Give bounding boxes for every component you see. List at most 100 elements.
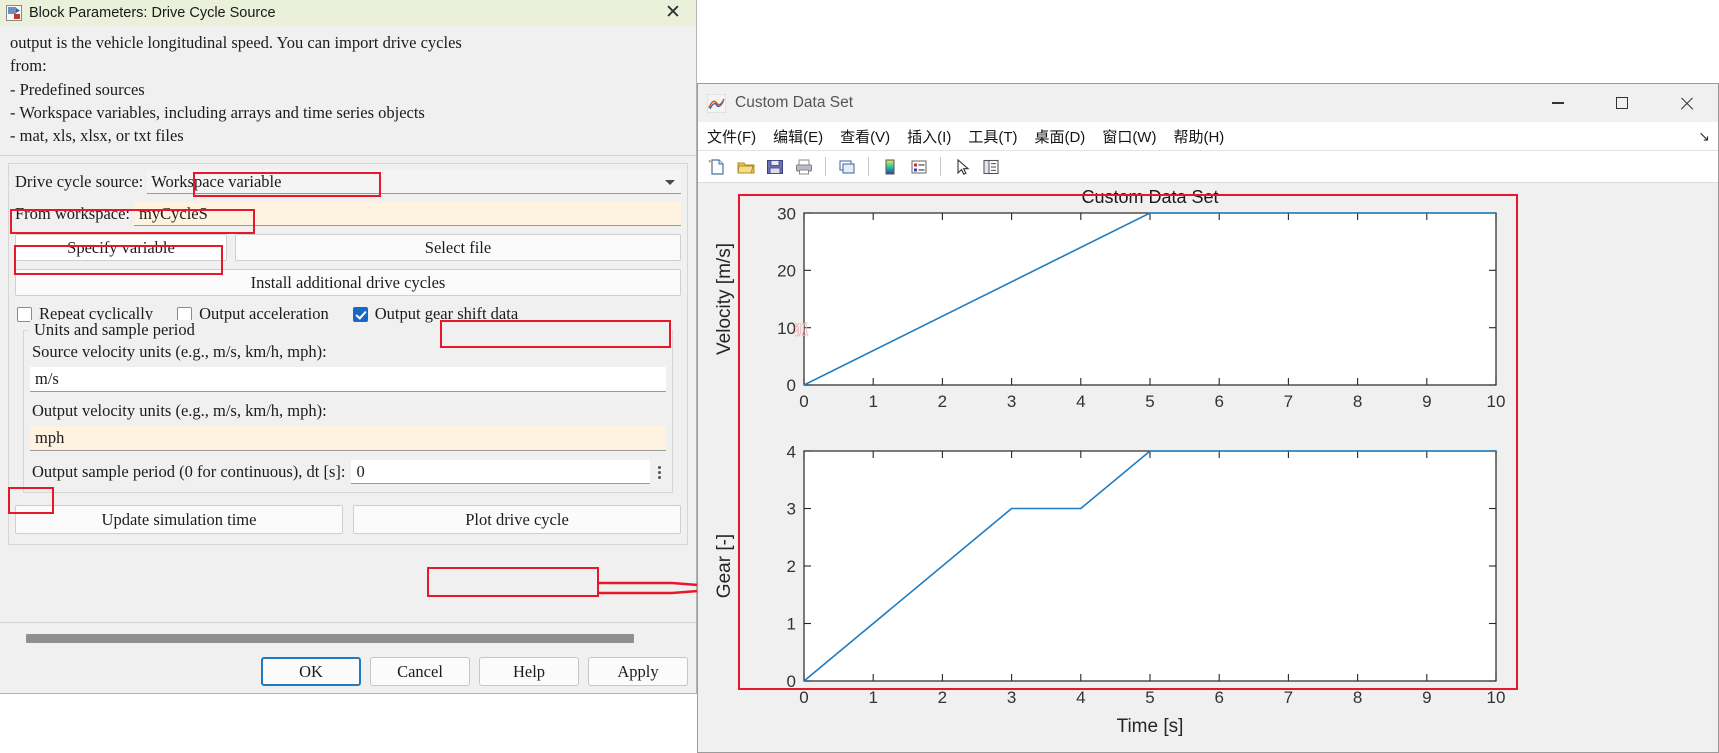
install-additional-drive-cycles-button[interactable]: Install additional drive cycles xyxy=(15,269,681,297)
divider xyxy=(0,155,696,157)
new-figure-icon[interactable] xyxy=(704,154,730,180)
block-dialog-titlebar: Block Parameters: Drive Cycle Source ✕ xyxy=(0,0,696,25)
gear-xtick-0: 0 xyxy=(799,688,808,707)
variable-source-tabs: Specify variable Select file xyxy=(15,234,681,262)
matlab-membrane-icon xyxy=(706,93,727,113)
gear-xtick-10: 10 xyxy=(1487,688,1506,707)
menu-help[interactable]: 帮助(H) xyxy=(1173,126,1224,147)
edit-plot-arrow-icon[interactable] xyxy=(949,154,975,180)
units-and-sample-period-group: Units and sample period Source velocity … xyxy=(23,320,673,494)
maximize-button[interactable] xyxy=(1590,84,1654,122)
menu-insert[interactable]: 插入(I) xyxy=(907,126,951,147)
help-button[interactable]: Help xyxy=(479,657,579,686)
plot-drive-cycle-button[interactable]: Plot drive cycle xyxy=(353,505,681,535)
output-acceleration-label: Output acceleration xyxy=(199,304,329,324)
dialog-footer-buttons: OK Cancel Help Apply xyxy=(0,657,696,693)
block-parameters-dialog: Block Parameters: Drive Cycle Source ✕ o… xyxy=(0,0,697,694)
source-velocity-units-label: Source velocity units (e.g., m/s, km/h, … xyxy=(32,342,327,362)
from-workspace-row: From workspace: myCycleS xyxy=(15,202,681,227)
drive-cycle-source-value: Workspace variable xyxy=(151,171,282,191)
velocity-xtick-4: 4 xyxy=(1076,392,1085,411)
gear-ytick-0: 0 xyxy=(787,672,796,691)
horizontal-scrollbar[interactable] xyxy=(8,632,688,645)
gear-plot: Gear [-] Time [s] 0 1 2 3 4 0 1 2 3 4 5 … xyxy=(714,443,1505,738)
update-simulation-time-button[interactable]: Update simulation time xyxy=(15,505,343,535)
velocity-y-axis-label: Velocity [m/s] xyxy=(714,243,735,355)
velocity-ytick-20: 20 xyxy=(777,262,796,281)
sample-period-stepper[interactable] xyxy=(652,460,666,484)
gear-axes-box xyxy=(803,450,1497,682)
block-parameters-icon xyxy=(6,4,22,21)
group-border xyxy=(24,330,28,332)
gear-xtick-6: 6 xyxy=(1214,688,1223,707)
output-velocity-units-label: Output velocity units (e.g., m/s, km/h, … xyxy=(32,401,327,421)
ok-button[interactable]: OK xyxy=(261,657,361,686)
sample-period-row: Output sample period (0 for continuous),… xyxy=(32,460,666,485)
velocity-plot: Custom Data Set Velocity [m/s] 0 10 20 3… xyxy=(714,187,1505,411)
print-preview-icon[interactable] xyxy=(834,154,860,180)
menu-file[interactable]: 文件(F) xyxy=(707,126,756,147)
velocity-axes-box xyxy=(803,212,1497,386)
source-panel: Drive cycle source: Workspace variable F… xyxy=(8,163,688,546)
sample-period-input[interactable]: 0 xyxy=(351,460,650,485)
output-gear-shift-data-checkbox[interactable]: Output gear shift data xyxy=(352,304,519,324)
menu-overflow-icon[interactable]: ↘ xyxy=(1698,128,1710,145)
gear-xtick-8: 8 xyxy=(1353,688,1362,707)
insert-legend-icon[interactable] xyxy=(906,154,932,180)
block-dialog-scroll-area xyxy=(0,622,696,657)
window-controls xyxy=(1526,84,1718,122)
select-file-button[interactable]: Select file xyxy=(235,234,681,262)
velocity-xtick-3: 3 xyxy=(1007,392,1016,411)
install-row: Install additional drive cycles xyxy=(15,269,681,297)
matlab-figure-window: Custom Data Set 文件(F) 编辑(E) 查看(V) 插入(I) … xyxy=(697,83,1719,753)
minimize-button[interactable] xyxy=(1526,84,1590,122)
velocity-xtick-2: 2 xyxy=(938,392,947,411)
output-velocity-units-input[interactable]: mph xyxy=(30,426,666,452)
open-file-icon[interactable] xyxy=(733,154,759,180)
drive-cycle-source-select[interactable]: Workspace variable xyxy=(147,170,681,195)
menu-edit[interactable]: 编辑(E) xyxy=(773,126,823,147)
velocity-ytick-0: 0 xyxy=(787,376,796,395)
output-gear-shift-data-label: Output gear shift data xyxy=(374,304,519,324)
gear-xtick-2: 2 xyxy=(938,688,947,707)
velocity-ytick-30: 30 xyxy=(777,205,796,224)
from-workspace-label: From workspace: xyxy=(15,204,131,224)
gear-xtick-3: 3 xyxy=(1007,688,1016,707)
from-workspace-input[interactable]: myCycleS xyxy=(134,202,681,227)
velocity-xtick-7: 7 xyxy=(1284,392,1293,411)
figure-window-title: Custom Data Set xyxy=(735,94,854,111)
velocity-plot-title: Custom Data Set xyxy=(1081,187,1218,207)
figure-titlebar: Custom Data Set xyxy=(698,84,1718,122)
specify-variable-button[interactable]: Specify variable xyxy=(15,234,227,262)
gear-xtick-9: 9 xyxy=(1422,688,1431,707)
close-button[interactable] xyxy=(1654,84,1718,122)
toolbar-separator xyxy=(825,157,826,176)
screen-root: Block Parameters: Drive Cycle Source ✕ o… xyxy=(0,0,1719,753)
block-description: output is the vehicle longitudinal speed… xyxy=(10,33,462,145)
velocity-xtick-6: 6 xyxy=(1214,392,1223,411)
close-icon[interactable]: ✕ xyxy=(654,2,692,23)
apply-button[interactable]: Apply xyxy=(588,657,688,686)
source-velocity-units-input[interactable]: m/s xyxy=(30,367,666,393)
output-acceleration-checkbox[interactable]: Output acceleration xyxy=(177,304,329,324)
menu-view[interactable]: 查看(V) xyxy=(840,126,890,147)
gear-y-axis-label: Gear [-] xyxy=(714,534,735,598)
menu-desktop[interactable]: 桌面(D) xyxy=(1034,126,1085,147)
scrollbar-thumb[interactable] xyxy=(26,634,634,643)
toolbar-separator xyxy=(940,157,941,176)
print-figure-icon[interactable] xyxy=(791,154,817,180)
menu-tools[interactable]: 工具(T) xyxy=(968,126,1017,147)
gear-xtick-1: 1 xyxy=(868,688,877,707)
chevron-down-icon xyxy=(665,179,675,185)
figure-plots: Custom Data Set Velocity [m/s] 0 10 20 3… xyxy=(714,187,1505,738)
menu-window[interactable]: 窗口(W) xyxy=(1102,126,1156,147)
show-plot-tools-icon[interactable] xyxy=(978,154,1004,180)
save-figure-icon[interactable] xyxy=(762,154,788,180)
figure-menubar: 文件(F) 编辑(E) 查看(V) 插入(I) 工具(T) 桌面(D) 窗口(W… xyxy=(698,122,1718,151)
velocity-xtick-1: 1 xyxy=(868,392,877,411)
cancel-button[interactable]: Cancel xyxy=(370,657,470,686)
velocity-xtick-9: 9 xyxy=(1422,392,1431,411)
insert-colorbar-icon[interactable] xyxy=(877,154,903,180)
gear-ytick-3: 3 xyxy=(787,500,796,519)
gear-ytick-2: 2 xyxy=(787,557,796,576)
